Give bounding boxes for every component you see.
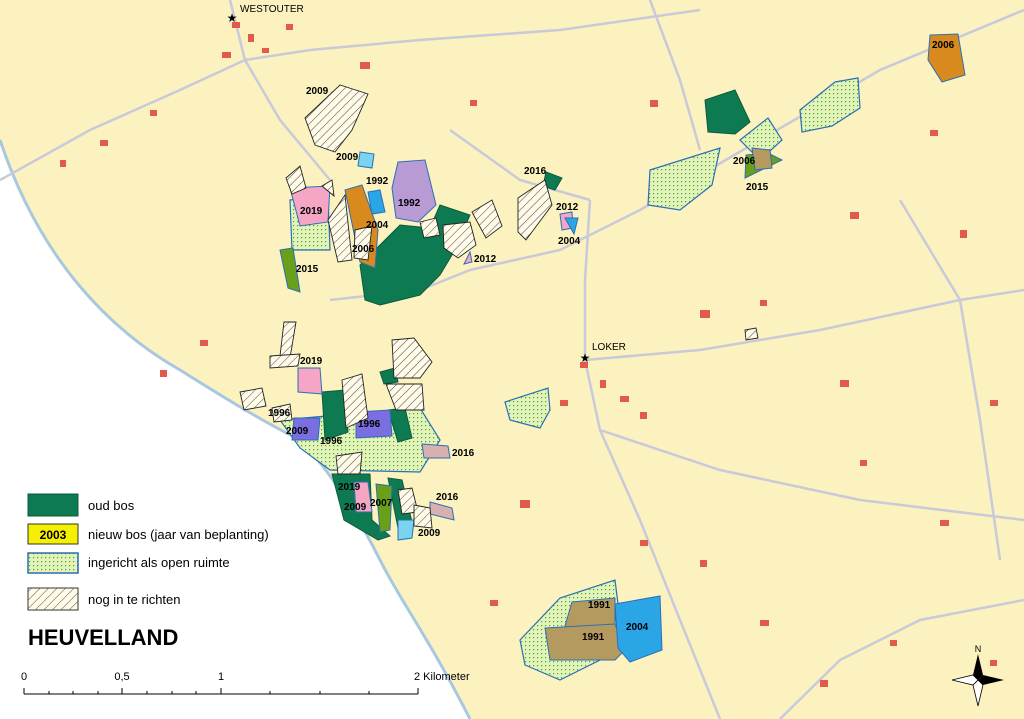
parcel-label: 2016: [436, 492, 459, 503]
parcel-label: 2009: [344, 502, 367, 513]
parcel-label: 2006: [932, 40, 955, 51]
parcel-label: 2019: [300, 356, 323, 367]
svg-text:★: ★: [227, 11, 238, 25]
svg-text:★: ★: [580, 351, 591, 365]
parcel-label: 1991: [588, 600, 611, 611]
parcel-label: 2012: [556, 202, 579, 213]
parcel-label: 2016: [452, 448, 475, 459]
parcel-label: 2016: [524, 166, 547, 177]
parcel-label: 1996: [320, 436, 343, 447]
svg-text:N: N: [975, 644, 982, 654]
parcel-label: 2006: [352, 244, 375, 255]
parcel-label: 2004: [366, 220, 389, 231]
parcel-label: 1991: [582, 632, 605, 643]
svg-text:2 Kilometer: 2 Kilometer: [414, 671, 470, 683]
parcel-label: 2009: [336, 152, 359, 163]
parcel-label: 2019: [300, 206, 323, 217]
legend-sample-year: 2003: [40, 528, 67, 542]
svg-text:WESTOUTER: WESTOUTER: [240, 4, 304, 15]
parcel-label: 2007: [370, 498, 393, 509]
legend-swatch-nog-in-te-richten: [27, 587, 79, 611]
parcel-label: 2012: [474, 254, 497, 265]
parcel-label: 2009: [286, 426, 309, 437]
parcel-label: 2004: [626, 622, 649, 633]
legend-swatch-oud-bos: [27, 493, 79, 517]
legend-swatch-open-ruimte: [27, 552, 79, 574]
parcel-label: 2015: [296, 264, 319, 275]
parcel-label: 2015: [746, 182, 769, 193]
parcel-label: 1992: [366, 176, 389, 187]
parcel-label: 2004: [558, 236, 581, 247]
svg-text:0: 0: [21, 671, 27, 683]
map-title: HEUVELLAND: [28, 625, 178, 650]
svg-text:nieuw bos (jaar van beplanting: nieuw bos (jaar van beplanting): [88, 527, 269, 542]
svg-text:1: 1: [218, 671, 224, 683]
parcel-label: 1996: [268, 408, 291, 419]
svg-text:nog in te richten: nog in te richten: [88, 592, 181, 607]
parcel-label: 2009: [418, 528, 441, 539]
svg-text:LOKER: LOKER: [592, 342, 626, 353]
parcel-label: 2009: [306, 86, 329, 97]
svg-text:ingericht als open ruimte: ingericht als open ruimte: [88, 555, 230, 570]
parcel-label: 2006: [733, 156, 756, 167]
svg-text:0,5: 0,5: [114, 671, 129, 683]
parcel-label: 1992: [398, 198, 421, 209]
svg-text:oud bos: oud bos: [88, 498, 135, 513]
heuvelland-map: ★ WESTOUTER ★ LOKER 2006 2009 2009 1992 …: [0, 0, 1024, 719]
parcel-label: 1996: [358, 419, 381, 430]
parcel-label: 2019: [338, 482, 361, 493]
